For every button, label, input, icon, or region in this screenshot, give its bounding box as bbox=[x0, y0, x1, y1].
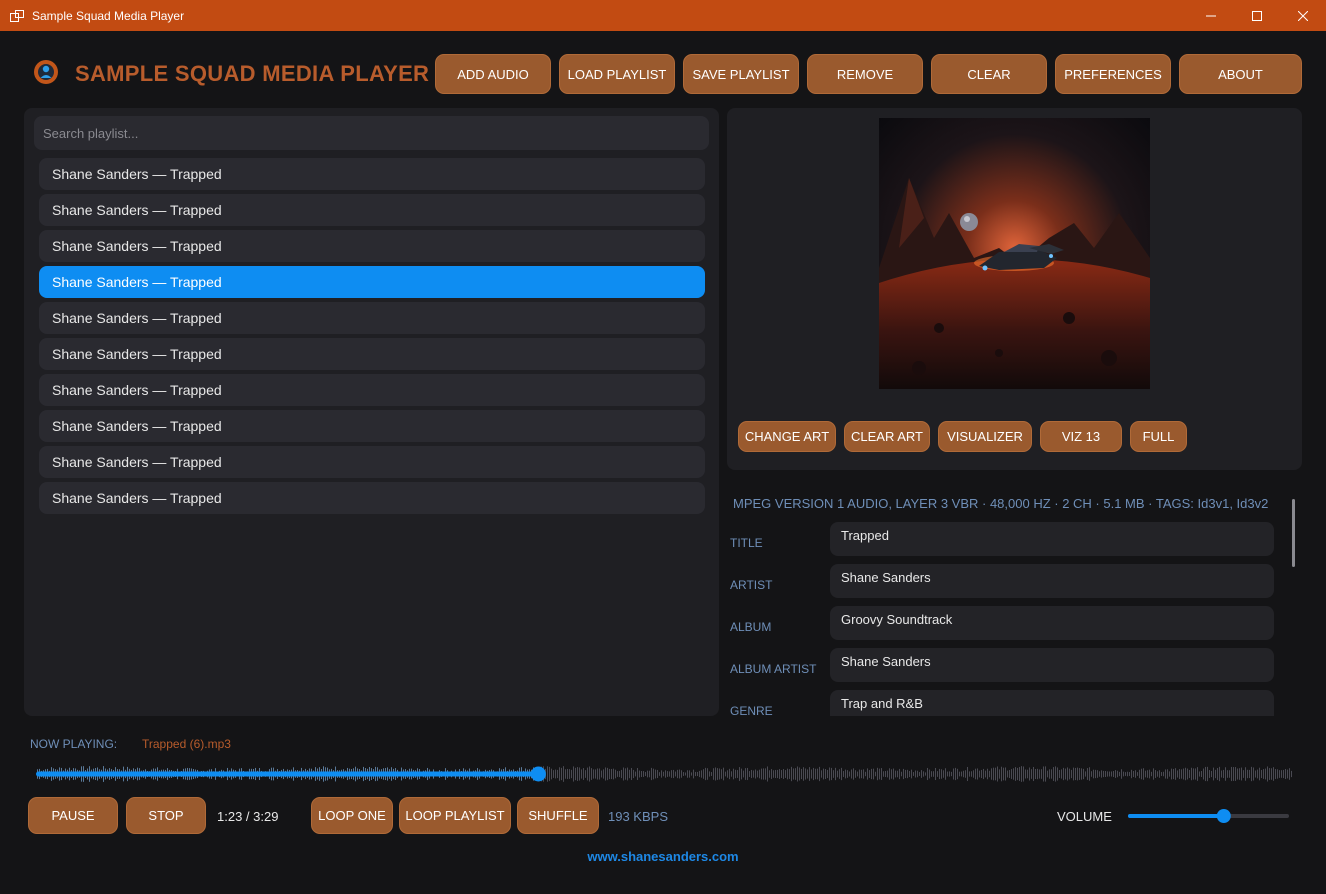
metadata-panel: MPEG VERSION 1 AUDIO, LAYER 3 VBR · 48,0… bbox=[727, 483, 1302, 716]
album-artist-label: ALBUM ARTIST bbox=[730, 662, 817, 676]
loop-playlist-button[interactable]: LOOP PLAYLIST bbox=[399, 797, 511, 834]
waveform-seek-bar[interactable] bbox=[36, 760, 1292, 788]
playlist-panel: Shane Sanders — Trapped Shane Sanders — … bbox=[24, 108, 719, 716]
stop-button[interactable]: STOP bbox=[126, 797, 206, 834]
playlist-item[interactable]: Shane Sanders — Trapped bbox=[39, 230, 705, 262]
loop-one-button[interactable]: LOOP ONE bbox=[311, 797, 393, 834]
close-icon bbox=[1298, 10, 1308, 21]
playlist-item[interactable]: Shane Sanders — Trapped bbox=[39, 410, 705, 442]
playlist-item[interactable]: Shane Sanders — Trapped bbox=[39, 446, 705, 478]
album-label: ALBUM bbox=[730, 620, 772, 634]
playlist-item[interactable]: Shane Sanders — Trapped bbox=[39, 338, 705, 370]
artist-field[interactable]: Shane Sanders bbox=[830, 564, 1274, 598]
app-window-icon bbox=[10, 9, 24, 22]
close-button[interactable] bbox=[1280, 0, 1326, 31]
visualizer-button[interactable]: VISUALIZER bbox=[938, 421, 1032, 452]
playback-time: 1:23 / 3:29 bbox=[217, 809, 279, 824]
sample-squad-logo-icon bbox=[32, 58, 60, 86]
volume-handle[interactable] bbox=[1216, 809, 1231, 823]
maximize-button[interactable] bbox=[1234, 0, 1280, 31]
artist-label: ARTIST bbox=[730, 578, 773, 592]
volume-slider[interactable] bbox=[1128, 808, 1289, 824]
minimize-button[interactable] bbox=[1188, 0, 1234, 31]
album-art-panel: CHANGE ART CLEAR ART VISUALIZER VIZ 13 F… bbox=[727, 108, 1302, 470]
clear-art-button[interactable]: CLEAR ART bbox=[844, 421, 930, 452]
now-playing-file: Trapped (6).mp3 bbox=[142, 737, 231, 751]
audio-format-info: MPEG VERSION 1 AUDIO, LAYER 3 VBR · 48,0… bbox=[733, 496, 1269, 511]
remove-button[interactable]: REMOVE bbox=[807, 54, 923, 94]
genre-field[interactable]: Trap and R&B bbox=[830, 690, 1274, 716]
add-audio-button[interactable]: ADD AUDIO bbox=[435, 54, 551, 94]
playlist-item[interactable]: Shane Sanders — Trapped bbox=[39, 158, 705, 190]
clear-button[interactable]: CLEAR bbox=[931, 54, 1047, 94]
playlist-search-input[interactable] bbox=[34, 116, 709, 150]
playlist-item-selected[interactable]: Shane Sanders — Trapped bbox=[39, 266, 705, 298]
app-header: SAMPLE SQUAD MEDIA PLAYER ADD AUDIO LOAD… bbox=[0, 31, 1326, 109]
volume-label: VOLUME bbox=[1057, 809, 1112, 824]
app-brand-title: SAMPLE SQUAD MEDIA PLAYER bbox=[75, 61, 430, 86]
change-art-button[interactable]: CHANGE ART bbox=[738, 421, 836, 452]
album-art-image bbox=[879, 118, 1150, 389]
load-playlist-button[interactable]: LOAD PLAYLIST bbox=[559, 54, 675, 94]
full-button[interactable]: FULL bbox=[1130, 421, 1187, 452]
playlist-item[interactable]: Shane Sanders — Trapped bbox=[39, 302, 705, 334]
title-label: TITLE bbox=[730, 536, 763, 550]
shuffle-button[interactable]: SHUFFLE bbox=[517, 797, 599, 834]
now-playing-label: NOW PLAYING: bbox=[30, 737, 118, 751]
window-title: Sample Squad Media Player bbox=[32, 8, 185, 23]
seek-handle[interactable] bbox=[530, 766, 546, 782]
playlist-item[interactable]: Shane Sanders — Trapped bbox=[39, 194, 705, 226]
genre-label: GENRE bbox=[730, 704, 773, 716]
website-link[interactable]: www.shanesanders.com bbox=[0, 849, 1326, 864]
preferences-button[interactable]: PREFERENCES bbox=[1055, 54, 1171, 94]
album-field[interactable]: Groovy Soundtrack bbox=[830, 606, 1274, 640]
title-bar: Sample Squad Media Player bbox=[0, 0, 1326, 31]
album-artist-field[interactable]: Shane Sanders bbox=[830, 648, 1274, 682]
playlist-item[interactable]: Shane Sanders — Trapped bbox=[39, 374, 705, 406]
maximize-icon bbox=[1252, 10, 1262, 21]
metadata-scrollbar[interactable] bbox=[1292, 499, 1295, 567]
bitrate-display: 193 KBPS bbox=[608, 809, 668, 824]
title-field[interactable]: Trapped bbox=[830, 522, 1274, 556]
save-playlist-button[interactable]: SAVE PLAYLIST bbox=[683, 54, 799, 94]
about-button[interactable]: ABOUT bbox=[1179, 54, 1302, 94]
minimize-icon bbox=[1206, 15, 1216, 16]
viz-13-button[interactable]: VIZ 13 bbox=[1040, 421, 1122, 452]
pause-button[interactable]: PAUSE bbox=[28, 797, 118, 834]
playlist-item[interactable]: Shane Sanders — Trapped bbox=[39, 482, 705, 514]
